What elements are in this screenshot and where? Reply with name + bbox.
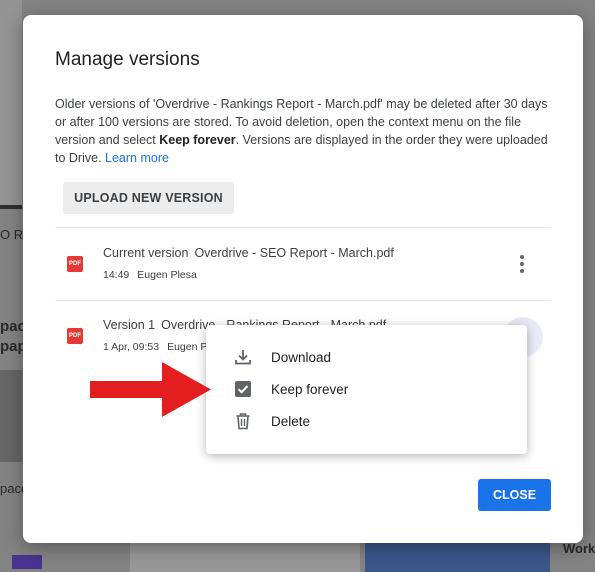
menu-item-download[interactable]: Download [206, 341, 527, 373]
version-context-menu: Download Keep forever Delete [206, 325, 527, 454]
version-title: Current version Overdrive - SEO Report - … [103, 246, 394, 260]
version-time: 14:49 [103, 269, 130, 281]
pdf-file-icon: PDF [67, 328, 83, 344]
learn-more-link[interactable]: Learn more [105, 151, 169, 165]
description-bold: Keep forever [159, 133, 236, 147]
menu-item-label: Download [271, 349, 332, 365]
trash-icon [233, 411, 253, 431]
version-user: Eugen P [167, 341, 208, 353]
divider [55, 227, 551, 228]
menu-item-label: Delete [271, 413, 311, 429]
version-label: Version 1 [103, 318, 156, 332]
download-icon [233, 347, 253, 367]
menu-item-keep-forever[interactable]: Keep forever [206, 373, 527, 405]
menu-item-label: Keep forever [271, 381, 349, 397]
upload-new-version-button[interactable]: UPLOAD NEW VERSION [63, 182, 234, 214]
checkbox-checked-icon [233, 379, 253, 399]
version-meta: 1 Apr, 09:53 Eugen P [103, 341, 207, 353]
version-filename: Overdrive - SEO Report - March.pdf [194, 246, 394, 260]
pdf-file-icon: PDF [67, 256, 83, 272]
manage-versions-dialog: Manage versions Older versions of 'Overd… [23, 15, 583, 543]
divider [55, 300, 551, 301]
version-meta: 14:49 Eugen Plesa [103, 269, 197, 281]
more-options-icon[interactable] [512, 252, 532, 276]
dialog-description: Older versions of 'Overdrive - Rankings … [55, 95, 555, 167]
close-button[interactable]: CLOSE [478, 479, 551, 511]
dialog-title: Manage versions [55, 49, 200, 70]
version-user: Eugen Plesa [137, 269, 197, 281]
red-arrow-icon [90, 362, 211, 417]
version-label: Current version [103, 246, 189, 260]
menu-item-delete[interactable]: Delete [206, 405, 527, 437]
version-time: 1 Apr, 09:53 [103, 341, 160, 353]
